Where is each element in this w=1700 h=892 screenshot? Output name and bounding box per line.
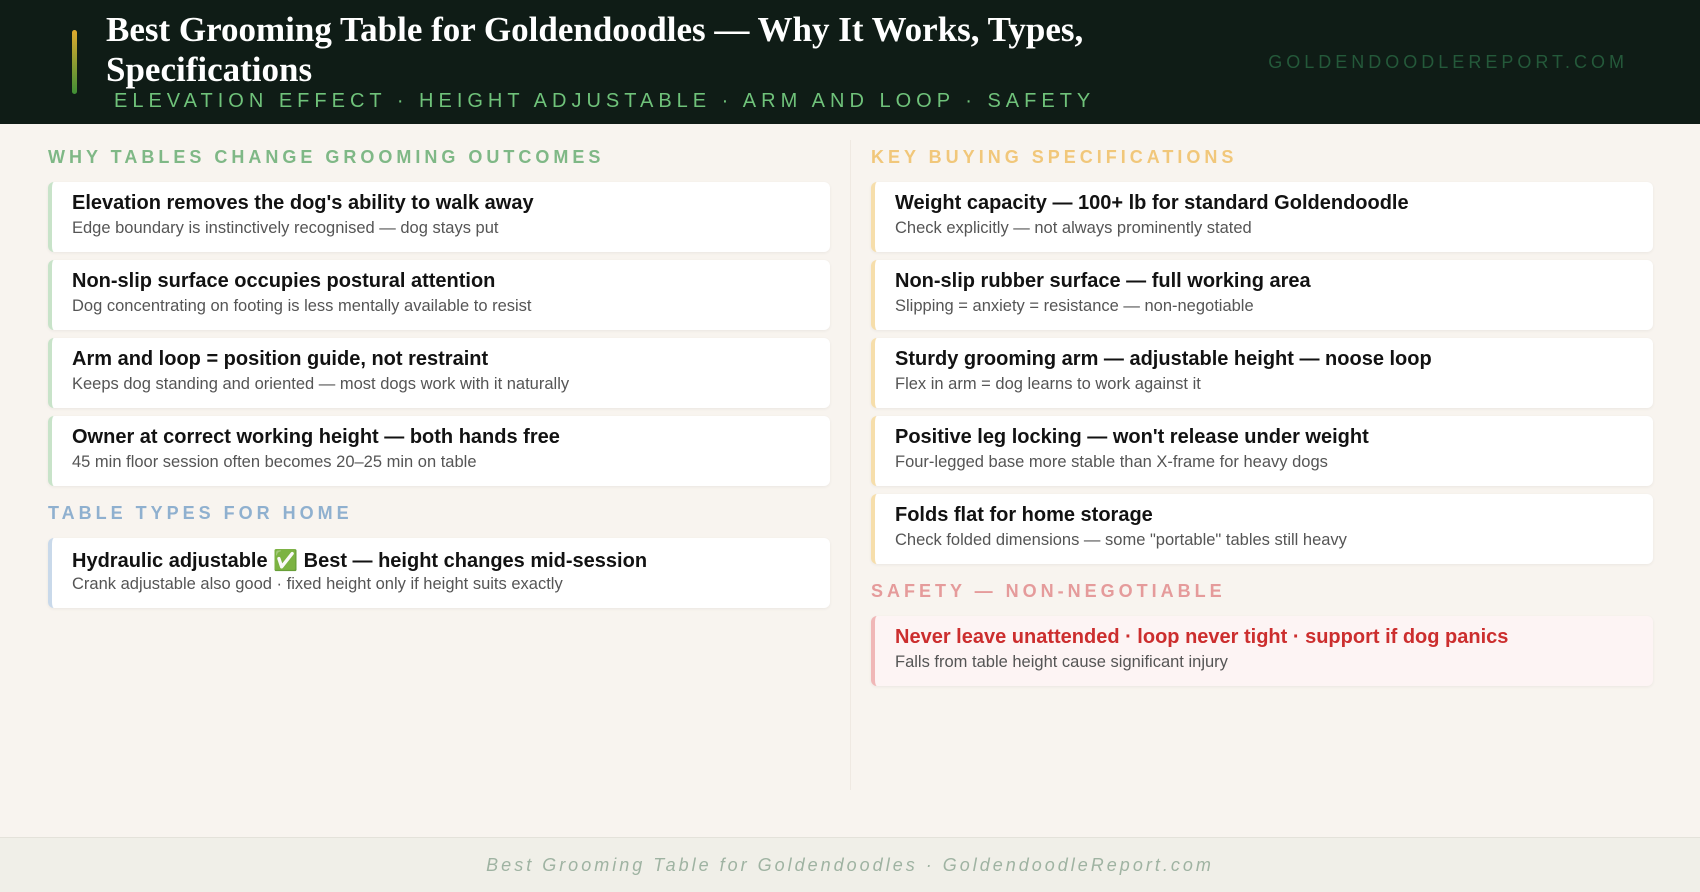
section-title-specs: KEY BUYING SPECIFICATIONS [871, 147, 1238, 167]
spec-card: Folds flat for home storage Check folded… [871, 494, 1653, 564]
card-title: Never leave unattended · loop never tigh… [895, 626, 1509, 648]
card-title: Weight capacity — 100+ lb for standard G… [895, 192, 1409, 214]
card-detail: Edge boundary is instinctively recognise… [72, 219, 499, 237]
header: Best Grooming Table for Goldendoodles — … [0, 0, 1700, 124]
spec-card: Non-slip rubber surface — full working a… [871, 260, 1653, 330]
card-title: Positive leg locking — won't release und… [895, 426, 1369, 448]
page-title: Best Grooming Table for Goldendoodles — … [106, 10, 1084, 89]
card-detail: Falls from table height cause significan… [895, 653, 1228, 671]
card-detail: Crank adjustable also good · fixed heigh… [72, 575, 563, 593]
card-detail: Check explicitly — not always prominentl… [895, 219, 1252, 237]
right-column: KEY BUYING SPECIFICATIONS Weight capacit… [871, 124, 1653, 784]
card-title: Sturdy grooming arm — adjustable height … [895, 348, 1432, 370]
accent-bar [72, 30, 77, 94]
card-title: Folds flat for home storage [895, 504, 1153, 526]
safety-card: Never leave unattended · loop never tigh… [871, 616, 1653, 686]
why-card: Arm and loop = position guide, not restr… [48, 338, 830, 408]
why-card: Elevation removes the dog's ability to w… [48, 182, 830, 252]
column-divider [850, 140, 851, 790]
card-detail: Slipping = anxiety = resistance — non-ne… [895, 297, 1254, 315]
card-title: Non-slip rubber surface — full working a… [895, 270, 1311, 292]
card-detail: Flex in arm = dog learns to work against… [895, 375, 1201, 393]
card-title: Non-slip surface occupies postural atten… [72, 270, 496, 292]
card-title: Owner at correct working height — both h… [72, 426, 560, 448]
section-title-types: TABLE TYPES FOR HOME [48, 503, 353, 523]
card-title: Arm and loop = position guide, not restr… [72, 348, 489, 370]
section-title-why: WHY TABLES CHANGE GROOMING OUTCOMES [48, 147, 605, 167]
card-title: Hydraulic adjustable ✅ Best — height cha… [72, 550, 648, 572]
card-detail: Keeps dog standing and oriented — most d… [72, 375, 570, 393]
card-detail: Four-legged base more stable than X-fram… [895, 453, 1328, 471]
card-detail: 45 min floor session often becomes 20–25… [72, 453, 477, 471]
why-card: Owner at correct working height — both h… [48, 416, 830, 486]
types-card: Hydraulic adjustable ✅ Best — height cha… [48, 538, 830, 608]
site-name: GOLDENDOODLEREPORT.COM [1268, 52, 1628, 72]
left-column: WHY TABLES CHANGE GROOMING OUTCOMES Elev… [48, 124, 830, 784]
footer-text: Best Grooming Table for Goldendoodles · … [486, 855, 1214, 875]
card-title: Elevation removes the dog's ability to w… [72, 192, 534, 214]
spec-card: Sturdy grooming arm — adjustable height … [871, 338, 1653, 408]
spec-card: Weight capacity — 100+ lb for standard G… [871, 182, 1653, 252]
page-subtitle: ELEVATION EFFECT · HEIGHT ADJUSTABLE · A… [114, 90, 1096, 112]
footer: Best Grooming Table for Goldendoodles · … [0, 837, 1700, 892]
spec-card: Positive leg locking — won't release und… [871, 416, 1653, 486]
why-card: Non-slip surface occupies postural atten… [48, 260, 830, 330]
section-title-safety: SAFETY — NON-NEGOTIABLE [871, 581, 1226, 601]
card-detail: Check folded dimensions — some "portable… [895, 531, 1347, 549]
card-detail: Dog concentrating on footing is less men… [72, 297, 532, 315]
